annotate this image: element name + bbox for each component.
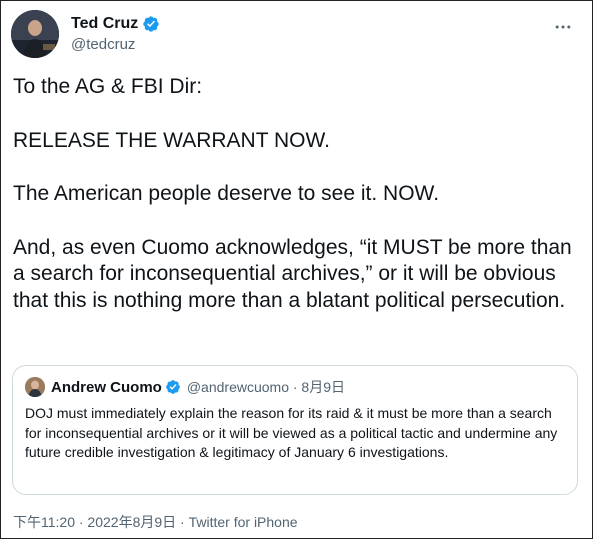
quoted-tweet[interactable]: Andrew Cuomo @andrewcuomo · 8月9日 DOJ mus… [12,365,578,495]
name-row: Ted Cruz [71,15,160,33]
quoted-author-name: Andrew Cuomo [51,378,162,396]
verified-badge-icon [165,379,181,395]
quoted-tweet-text: DOJ must immediately explain the reason … [25,405,558,460]
quoted-author-avatar [25,377,45,397]
more-options-icon[interactable] [551,15,575,39]
tweet-timestamp[interactable]: 下午11:20 · 2022年8月9日 · Twitter for iPhone [13,512,298,532]
author-names: Ted Cruz @tedcruz [71,15,160,53]
author-avatar[interactable] [11,10,59,58]
tweet-paragraph: To the AG & FBI Dir: [13,75,203,98]
tweet-body: To the AG & FBI Dir: RELEASE THE WARRANT… [13,74,583,314]
author-handle[interactable]: @tedcruz [71,36,160,53]
verified-badge-icon [142,15,160,33]
quoted-tweet-header: Andrew Cuomo @andrewcuomo · 8月9日 [25,376,565,398]
tweet-paragraph: The American people deserve to see it. N… [13,182,440,205]
tweet-paragraph: RELEASE THE WARRANT NOW. [13,128,330,152]
quoted-author-handle-date: @andrewcuomo · 8月9日 [186,379,346,395]
tweet-card: Ted Cruz @tedcruz To the AG & FBI Dir: R… [0,0,593,539]
author-display-name[interactable]: Ted Cruz [71,15,138,33]
tweet-paragraph: And, as even Cuomo acknowledges, “it MUS… [13,235,578,312]
tweet-header: Ted Cruz @tedcruz [11,9,583,59]
